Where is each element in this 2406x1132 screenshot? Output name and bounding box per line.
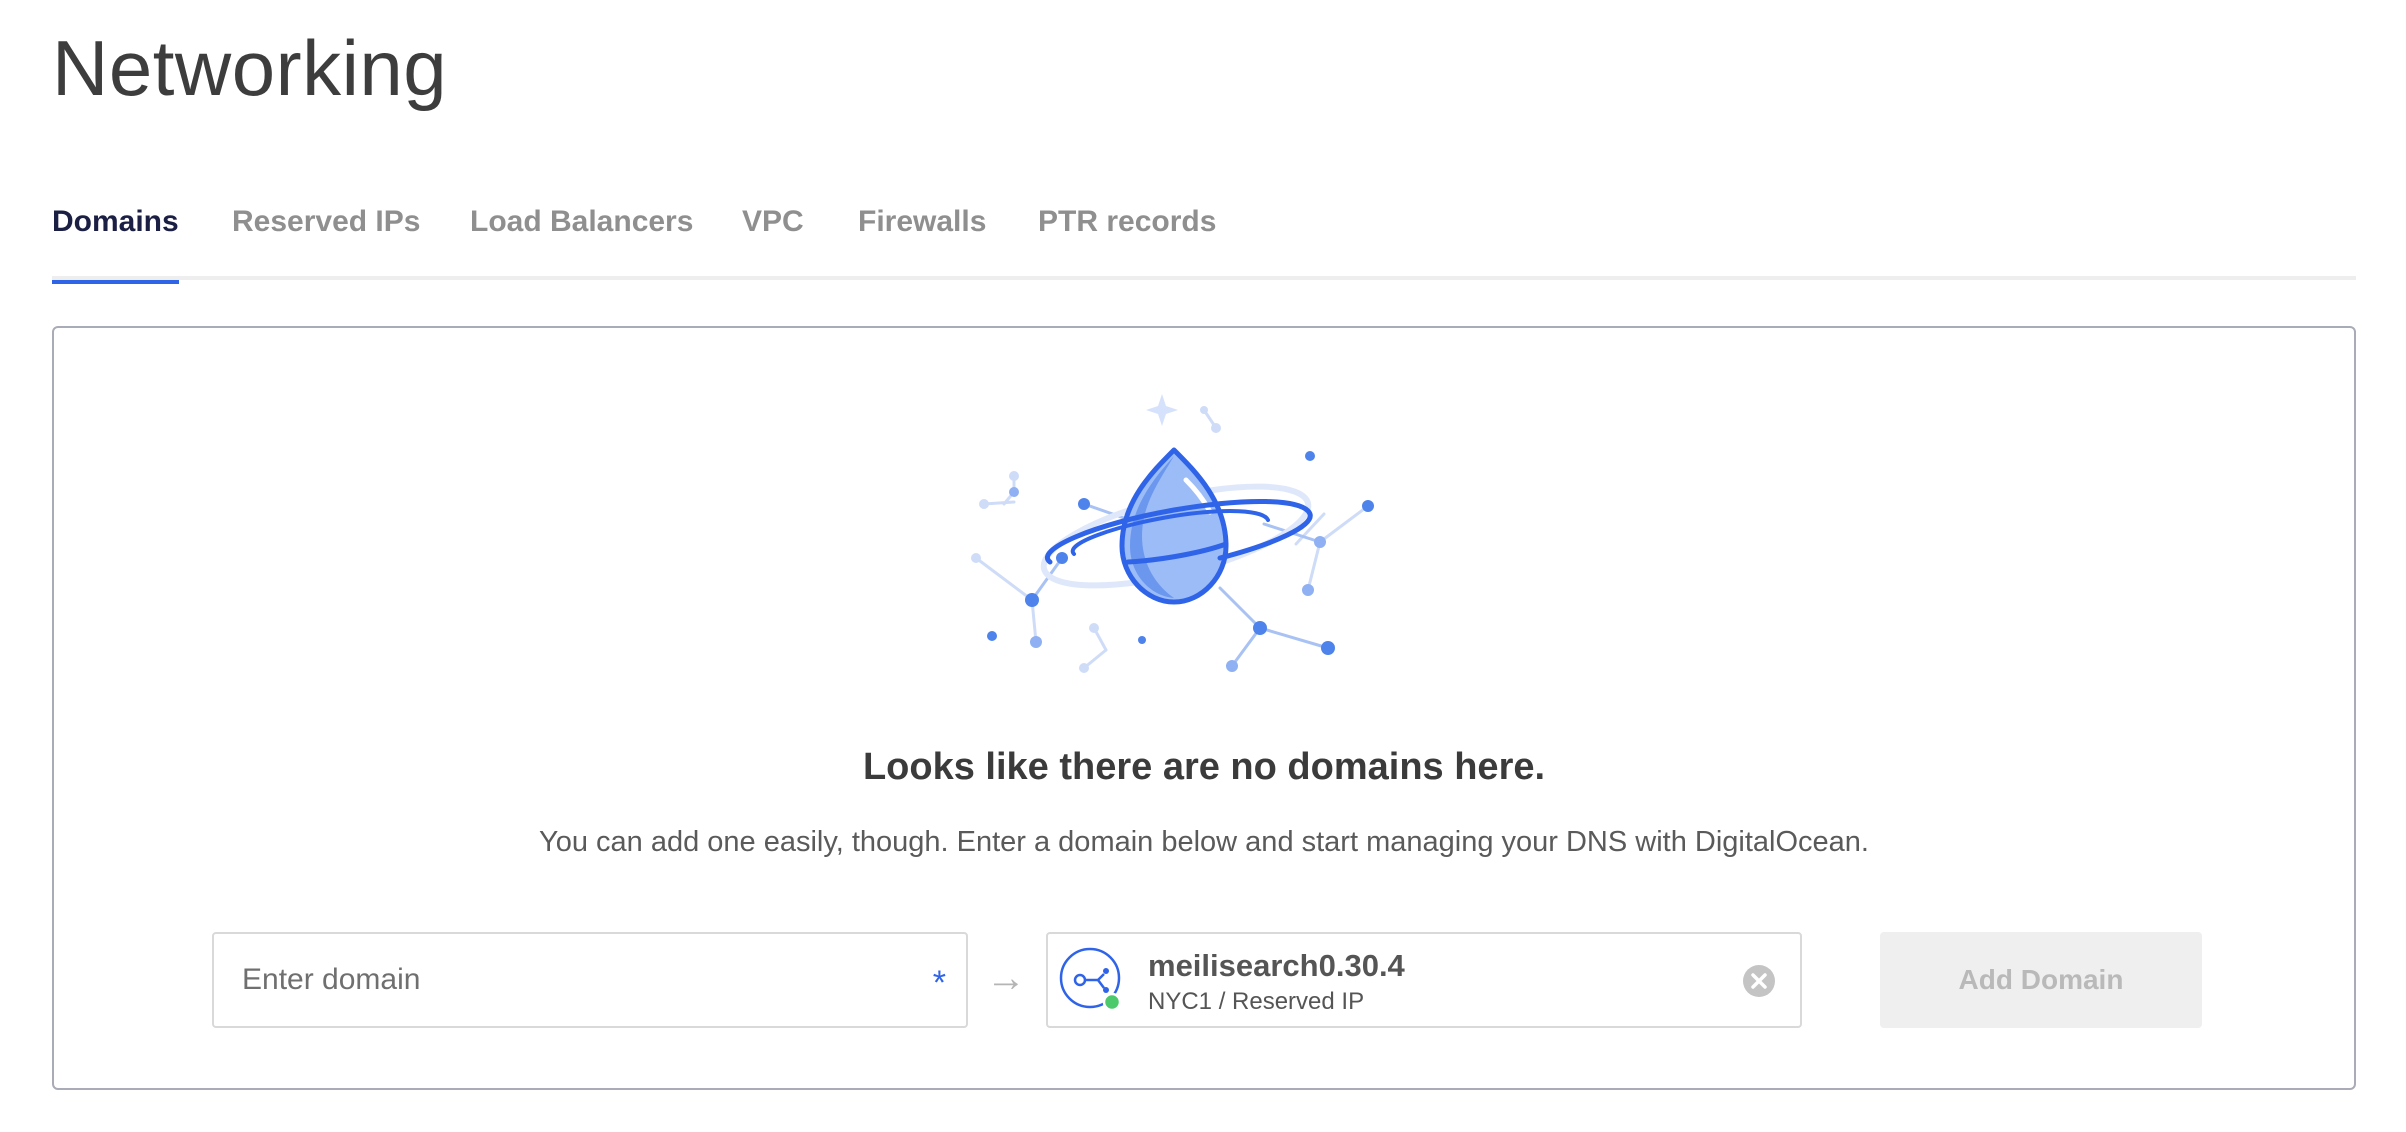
add-domain-button[interactable]: Add Domain — [1880, 932, 2202, 1028]
tab-domains[interactable]: Domains — [52, 204, 179, 284]
resource-name: meilisearch0.30.4 — [1148, 948, 1405, 983]
tab-ptr-records[interactable]: PTR records — [1038, 204, 1216, 276]
tab-firewalls[interactable]: Firewalls — [858, 204, 986, 276]
clear-selection-icon[interactable] — [1742, 964, 1776, 998]
domains-empty-panel: Looks like there are no domains here. Yo… — [52, 326, 2356, 1090]
resource-selector[interactable]: meilisearch0.30.4 NYC1 / Reserved IP — [1046, 932, 1802, 1028]
reserved-ip-icon — [1059, 947, 1122, 1012]
domain-input[interactable] — [214, 934, 894, 1026]
empty-state-heading: Looks like there are no domains here. — [862, 746, 1546, 788]
arrow-right-icon: → — [986, 956, 1026, 1000]
tab-vpc[interactable]: VPC — [742, 204, 804, 276]
droplet-planet-icon — [971, 394, 1374, 673]
page-title: Networking — [52, 24, 448, 112]
empty-state-description: You can add one easily, though. Enter a … — [539, 826, 1869, 858]
resource-meta: NYC1 / Reserved IP — [1148, 988, 1365, 1015]
networking-tabs: Domains Reserved IPs Load Balancers VPC … — [52, 196, 2356, 284]
status-dot — [1102, 992, 1122, 1012]
domain-field: * — [212, 932, 968, 1028]
required-asterisk: * — [932, 964, 946, 1002]
tab-load-balancers[interactable]: Load Balancers — [470, 204, 693, 276]
tab-reserved-ips[interactable]: Reserved IPs — [232, 204, 420, 276]
